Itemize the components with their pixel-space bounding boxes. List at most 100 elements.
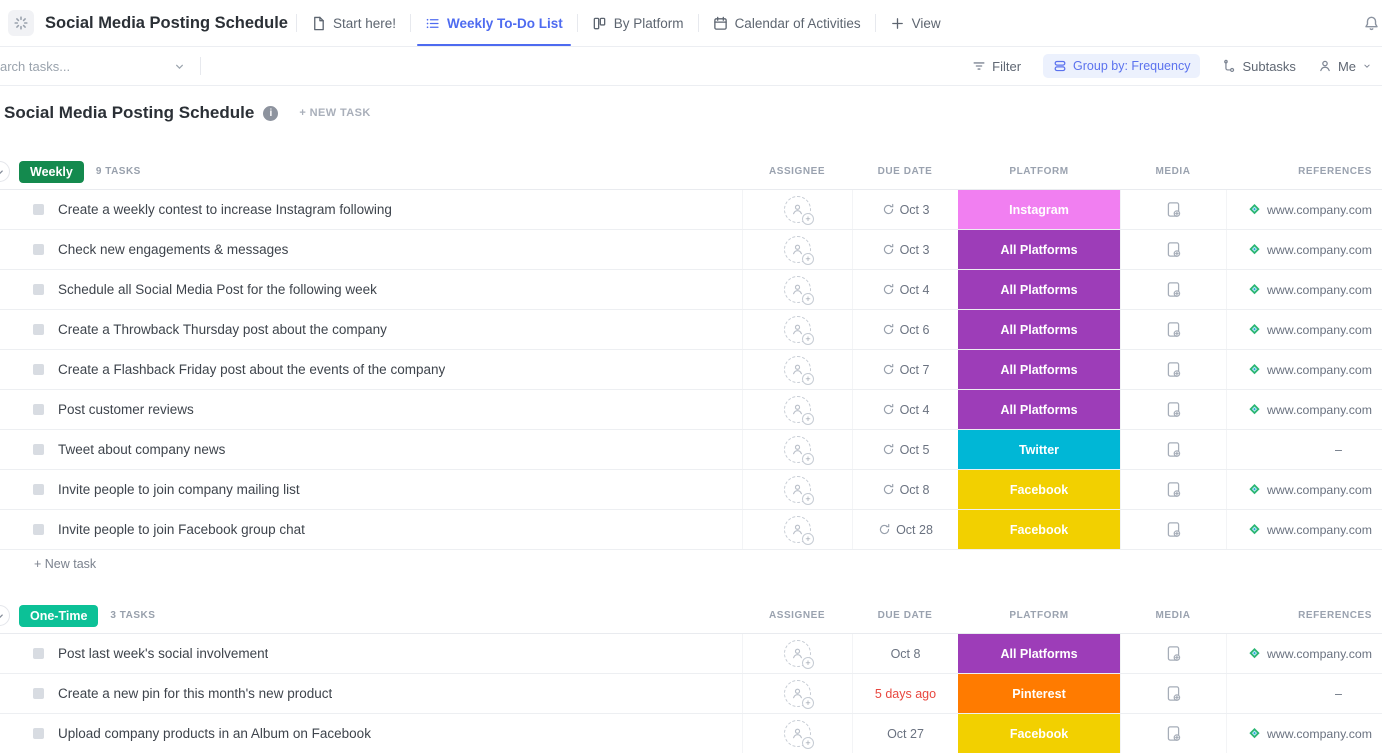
media-doc-icon[interactable] xyxy=(1165,645,1182,662)
task-title[interactable]: Create a Flashback Friday post about the… xyxy=(58,362,445,377)
reference-link[interactable]: www.company.com xyxy=(1267,243,1372,257)
assignee-add-button[interactable]: + xyxy=(784,396,811,423)
task-title[interactable]: Check new engagements & messages xyxy=(58,242,288,257)
platform-tag[interactable]: Facebook xyxy=(958,470,1120,509)
media-doc-icon[interactable] xyxy=(1165,481,1182,498)
task-row[interactable]: Check new engagements & messages + Oct 3… xyxy=(0,230,1382,270)
view-tab[interactable]: View xyxy=(876,0,955,46)
task-title[interactable]: Create a weekly contest to increase Inst… xyxy=(58,202,392,217)
due-date[interactable]: Oct 3 xyxy=(900,243,930,257)
assignee-add-button[interactable]: + xyxy=(784,476,811,503)
task-checkbox[interactable] xyxy=(33,284,44,295)
reference-link[interactable]: www.company.com xyxy=(1267,647,1372,661)
group-toggle-button[interactable] xyxy=(0,605,10,626)
group-toggle-button[interactable] xyxy=(0,161,10,182)
task-row[interactable]: Post last week's social involvement + Oc… xyxy=(0,634,1382,674)
view-tab[interactable]: By Platform xyxy=(578,0,698,46)
column-header-assignee[interactable]: ASSIGNEE xyxy=(742,598,852,633)
task-title[interactable]: Tweet about company news xyxy=(58,442,225,457)
due-date[interactable]: Oct 4 xyxy=(900,403,930,417)
platform-tag[interactable]: Twitter xyxy=(958,430,1120,469)
group-by-button[interactable]: Group by: Frequency xyxy=(1043,54,1200,78)
media-doc-icon[interactable] xyxy=(1165,441,1182,458)
task-title[interactable]: Create a new pin for this month's new pr… xyxy=(58,686,332,701)
notification-icon[interactable] xyxy=(1363,15,1380,32)
platform-tag[interactable]: Pinterest xyxy=(958,674,1120,713)
task-row[interactable]: Schedule all Social Media Post for the f… xyxy=(0,270,1382,310)
column-header-platform[interactable]: PLATFORM xyxy=(958,154,1120,189)
column-header-platform[interactable]: PLATFORM xyxy=(958,598,1120,633)
subtasks-button[interactable]: Subtasks xyxy=(1222,59,1295,74)
task-row[interactable]: Post customer reviews + Oct 4 All Platfo… xyxy=(0,390,1382,430)
assignee-add-button[interactable]: + xyxy=(784,276,811,303)
task-row[interactable]: Create a Flashback Friday post about the… xyxy=(0,350,1382,390)
due-date[interactable]: 5 days ago xyxy=(875,687,936,701)
task-checkbox[interactable] xyxy=(33,524,44,535)
assignee-add-button[interactable]: + xyxy=(784,436,811,463)
reference-link[interactable]: www.company.com xyxy=(1267,403,1372,417)
task-title[interactable]: Post customer reviews xyxy=(58,402,194,417)
media-doc-icon[interactable] xyxy=(1165,521,1182,538)
column-header-assignee[interactable]: ASSIGNEE xyxy=(742,154,852,189)
media-doc-icon[interactable] xyxy=(1165,361,1182,378)
media-doc-icon[interactable] xyxy=(1165,281,1182,298)
assignee-add-button[interactable]: + xyxy=(784,236,811,263)
column-header-due-date[interactable]: DUE DATE xyxy=(852,598,958,633)
assignee-add-button[interactable]: + xyxy=(784,196,811,223)
reference-link[interactable]: www.company.com xyxy=(1267,363,1372,377)
column-header-references[interactable]: REFERENCES xyxy=(1226,598,1382,633)
assignee-add-button[interactable]: + xyxy=(784,640,811,667)
media-doc-icon[interactable] xyxy=(1165,241,1182,258)
new-task-button[interactable]: + NEW TASK xyxy=(299,107,370,119)
task-checkbox[interactable] xyxy=(33,404,44,415)
me-button[interactable]: Me xyxy=(1318,59,1372,74)
platform-tag[interactable]: Instagram xyxy=(958,190,1120,229)
platform-tag[interactable]: All Platforms xyxy=(958,390,1120,429)
media-doc-icon[interactable] xyxy=(1165,401,1182,418)
platform-tag[interactable]: All Platforms xyxy=(958,270,1120,309)
reference-link[interactable]: – xyxy=(1335,687,1372,701)
view-tab[interactable]: Weekly To-Do List xyxy=(411,0,577,46)
due-date[interactable]: Oct 7 xyxy=(900,363,930,377)
task-row[interactable]: Create a new pin for this month's new pr… xyxy=(0,674,1382,714)
platform-tag[interactable]: Facebook xyxy=(958,714,1120,753)
task-title[interactable]: Post last week's social involvement xyxy=(58,646,268,661)
due-date[interactable]: Oct 5 xyxy=(900,443,930,457)
due-date[interactable]: Oct 3 xyxy=(900,203,930,217)
filter-button[interactable]: Filter xyxy=(972,59,1021,74)
task-row[interactable]: Create a Throwback Thursday post about t… xyxy=(0,310,1382,350)
view-tab[interactable]: Start here! xyxy=(297,0,410,46)
task-checkbox[interactable] xyxy=(33,484,44,495)
column-header-due-date[interactable]: DUE DATE xyxy=(852,154,958,189)
space-avatar[interactable] xyxy=(8,10,34,36)
assignee-add-button[interactable]: + xyxy=(784,720,811,747)
assignee-add-button[interactable]: + xyxy=(784,316,811,343)
task-title[interactable]: Invite people to join company mailing li… xyxy=(58,482,300,497)
media-doc-icon[interactable] xyxy=(1165,201,1182,218)
task-title[interactable]: Upload company products in an Album on F… xyxy=(58,726,371,741)
task-checkbox[interactable] xyxy=(33,688,44,699)
task-checkbox[interactable] xyxy=(33,244,44,255)
reference-link[interactable]: www.company.com xyxy=(1267,203,1372,217)
reference-link[interactable]: www.company.com xyxy=(1267,727,1372,741)
reference-link[interactable]: www.company.com xyxy=(1267,523,1372,537)
reference-link[interactable]: www.company.com xyxy=(1267,483,1372,497)
column-header-media[interactable]: MEDIA xyxy=(1120,154,1226,189)
due-date[interactable]: Oct 4 xyxy=(900,283,930,297)
assignee-add-button[interactable]: + xyxy=(784,680,811,707)
due-date[interactable]: Oct 27 xyxy=(887,727,924,741)
task-checkbox[interactable] xyxy=(33,728,44,739)
task-row[interactable]: Tweet about company news + Oct 5 Twitter xyxy=(0,430,1382,470)
task-title[interactable]: Create a Throwback Thursday post about t… xyxy=(58,322,387,337)
task-title[interactable]: Invite people to join Facebook group cha… xyxy=(58,522,305,537)
media-doc-icon[interactable] xyxy=(1165,685,1182,702)
search-input[interactable]: arch tasks... xyxy=(0,59,192,74)
assignee-add-button[interactable]: + xyxy=(784,516,811,543)
view-tab[interactable]: Calendar of Activities xyxy=(699,0,875,46)
reference-link[interactable]: – xyxy=(1335,443,1372,457)
media-doc-icon[interactable] xyxy=(1165,725,1182,742)
task-title[interactable]: Schedule all Social Media Post for the f… xyxy=(58,282,377,297)
task-row[interactable]: Invite people to join company mailing li… xyxy=(0,470,1382,510)
platform-tag[interactable]: All Platforms xyxy=(958,350,1120,389)
column-header-media[interactable]: MEDIA xyxy=(1120,598,1226,633)
